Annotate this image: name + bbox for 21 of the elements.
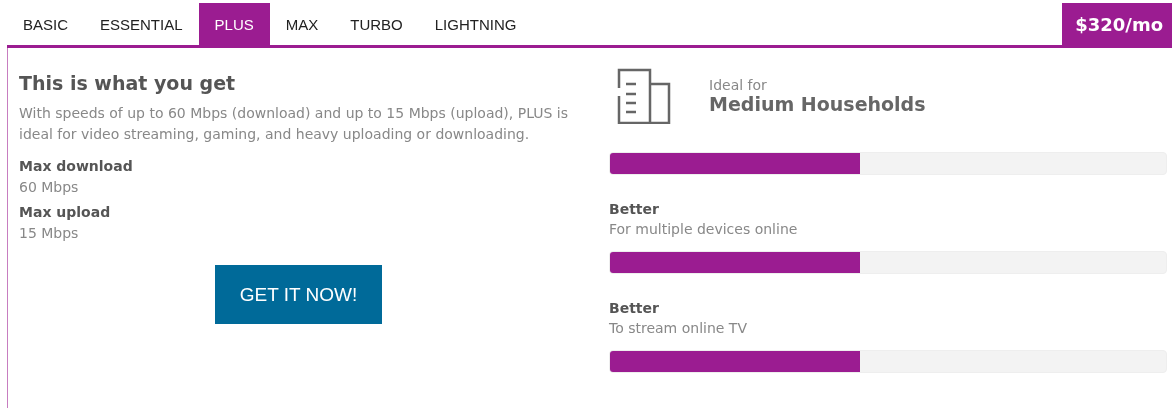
section-heading: This is what you get bbox=[19, 72, 237, 94]
rating-description: To stream online TV bbox=[609, 319, 748, 338]
spec-value: 15 Mbps bbox=[19, 224, 80, 243]
building-icon bbox=[617, 68, 671, 124]
rating-description: For multiple devices online bbox=[609, 220, 799, 239]
rating-label: Better bbox=[609, 200, 660, 219]
plan-tab[interactable]: ESSENTIAL bbox=[84, 3, 199, 45]
spec-value: 60 Mbps bbox=[19, 178, 80, 197]
rating-label: Better bbox=[609, 299, 660, 318]
get-it-now-button[interactable]: GET IT NOW! bbox=[215, 265, 382, 324]
spec-label: Max download bbox=[19, 157, 134, 176]
plan-tab[interactable]: BASIC bbox=[7, 3, 84, 45]
plan-tab[interactable]: PLUS bbox=[198, 3, 270, 45]
spec-label: Max upload bbox=[19, 203, 112, 222]
plan-description: With speeds of up to 60 Mbps (download) and up to 15 Mbps (upload), PLUS is ideal for video streaming, gaming, and heavy uploading or downloading. bbox=[19, 104, 570, 144]
household-title: Medium Households bbox=[709, 93, 926, 115]
plan-tab[interactable]: TURBO bbox=[334, 3, 419, 45]
ideal-for-caption: Ideal for bbox=[709, 77, 768, 93]
plan-tab[interactable]: MAX bbox=[269, 3, 335, 45]
plan-tab[interactable]: LIGHTNING bbox=[418, 3, 533, 45]
price-badge: $320/mo bbox=[1062, 3, 1172, 45]
